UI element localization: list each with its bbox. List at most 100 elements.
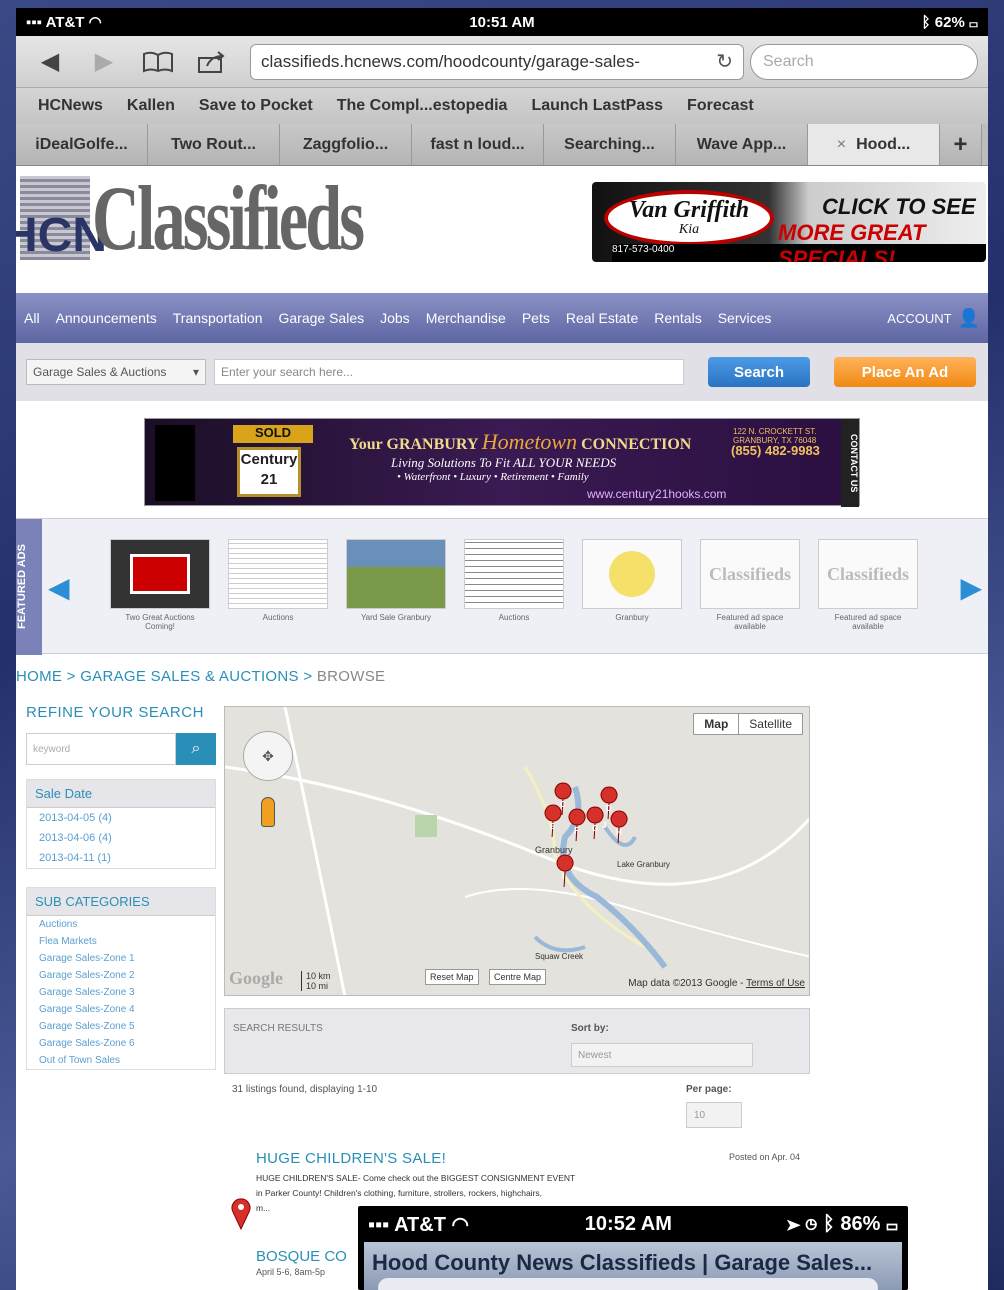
- subcategory-item[interactable]: Garage Sales-Zone 4: [27, 1001, 215, 1018]
- logo-word: Classifieds: [92, 167, 365, 269]
- browser-tab[interactable]: Zaggfolio...: [280, 124, 412, 165]
- subcategory-item[interactable]: Garage Sales-Zone 6: [27, 1035, 215, 1052]
- breadcrumb-section[interactable]: GARAGE SALES & AUCTIONS: [80, 668, 299, 685]
- google-logo: Google: [229, 968, 283, 988]
- nav-item-transportation[interactable]: Transportation: [173, 310, 263, 326]
- pegman-icon[interactable]: [261, 797, 275, 827]
- banner-line-1: Living Solutions To Fit ALL YOUR NEEDS: [391, 455, 617, 470]
- share-icon[interactable]: [188, 44, 236, 80]
- site-header: HCN Classifieds Van Griffith Kia 817-573-…: [16, 166, 988, 293]
- sale-date-item[interactable]: 2013-04-05 (4): [27, 808, 215, 828]
- browser-toolbar: ◀ ▶ classifieds.hcnews.com/hoodcounty/ga…: [16, 36, 988, 88]
- address-bar[interactable]: classifieds.hcnews.com/hoodcounty/garage…: [250, 43, 744, 80]
- iphone-address-bar[interactable]: [378, 1278, 878, 1290]
- nav-item-garage-sales[interactable]: Garage Sales: [279, 310, 365, 326]
- sort-by-label: Sort by:: [571, 1023, 609, 1034]
- map-toggle-map[interactable]: Map: [694, 714, 740, 734]
- featured-item[interactable]: Auctions: [464, 539, 564, 631]
- sale-date-item[interactable]: 2013-04-11 (1): [27, 848, 215, 868]
- battery-icon: ▭: [886, 1212, 898, 1235]
- map-pin-letter: C: [560, 800, 566, 809]
- subcategory-item[interactable]: Auctions: [27, 916, 215, 933]
- user-icon: 👤: [957, 307, 980, 328]
- search-icon[interactable]: ⌕: [176, 733, 216, 765]
- subcategory-item[interactable]: Garage Sales-Zone 1: [27, 950, 215, 967]
- map-toggle-satellite[interactable]: Satellite: [739, 714, 802, 734]
- featured-thumb: Classifieds: [700, 539, 800, 609]
- nav-item-jobs[interactable]: Jobs: [380, 310, 410, 326]
- centre-map-button[interactable]: Centre Map: [489, 969, 547, 985]
- bookmarks-book-icon[interactable]: [134, 44, 182, 80]
- breadcrumb-home[interactable]: HOME: [16, 668, 62, 685]
- bookmark-item[interactable]: Launch LastPass: [531, 97, 663, 115]
- subcategory-item[interactable]: Garage Sales-Zone 5: [27, 1018, 215, 1035]
- featured-items: Two Great Auctions Coming! Auctions Yard…: [110, 539, 918, 631]
- reload-icon[interactable]: ↻: [716, 49, 733, 74]
- featured-item[interactable]: Classifieds Featured ad space available: [818, 539, 918, 631]
- listing-title[interactable]: BOSQUE CO: [256, 1248, 347, 1265]
- nav-item-services[interactable]: Services: [718, 310, 772, 326]
- featured-item[interactable]: Yard Sale Granbury: [346, 539, 446, 631]
- browser-tab[interactable]: iDealGolfe...: [16, 124, 148, 165]
- bookmark-item[interactable]: Save to Pocket: [199, 97, 313, 115]
- terms-link[interactable]: Terms of Use: [746, 978, 805, 989]
- contact-us-tab[interactable]: CONTACT US: [841, 419, 859, 507]
- place-ad-button[interactable]: Place An Ad: [834, 357, 976, 387]
- listing-item[interactable]: BOSQUE CO April 5-6, 8am-5p: [256, 1248, 347, 1277]
- reset-map-button[interactable]: Reset Map: [425, 969, 479, 985]
- carousel-left-arrow-icon[interactable]: ◀: [48, 571, 70, 604]
- subcategory-item[interactable]: Garage Sales-Zone 2: [27, 967, 215, 984]
- search-button[interactable]: Search: [708, 357, 810, 387]
- per-page-select[interactable]: 10: [686, 1102, 742, 1128]
- listing-pin-icon: [230, 1196, 252, 1235]
- pan-control-icon[interactable]: ✥: [243, 731, 293, 781]
- results-count: 31 listings found, displaying 1-10: [232, 1084, 378, 1095]
- nav-item-pets[interactable]: Pets: [522, 310, 550, 326]
- bookmark-item[interactable]: The Compl...estopedia: [337, 97, 508, 115]
- hcn-logo-mark-icon: HCN: [16, 176, 107, 260]
- forward-arrow-icon[interactable]: ▶: [80, 44, 128, 80]
- browser-tab-active[interactable]: × Hood...: [808, 124, 940, 165]
- sold-sign: SOLD: [233, 425, 313, 443]
- results-map[interactable]: Granbury Lake Granbury Squaw Creek C D E…: [224, 706, 810, 996]
- nav-item-merchandise[interactable]: Merchandise: [426, 310, 506, 326]
- bookmark-item[interactable]: Kallen: [127, 97, 175, 115]
- bookmark-item[interactable]: Forecast: [687, 97, 754, 115]
- subcategory-item[interactable]: Out of Town Sales: [27, 1052, 215, 1069]
- map-pin-letter: E: [550, 822, 556, 831]
- browser-tab[interactable]: Wave App...: [676, 124, 808, 165]
- featured-item[interactable]: Classifieds Featured ad space available: [700, 539, 800, 631]
- dealer-ad-banner[interactable]: Van Griffith Kia 817-573-0400 CLICK TO SE…: [592, 182, 986, 262]
- category-select[interactable]: Garage Sales & Auctions ▾: [26, 359, 206, 385]
- featured-item[interactable]: Two Great Auctions Coming!: [110, 539, 210, 631]
- browser-tab[interactable]: Searching...: [544, 124, 676, 165]
- breadcrumb: HOME > GARAGE SALES & AUCTIONS > BROWSE: [16, 668, 386, 685]
- featured-item[interactable]: Auctions: [228, 539, 328, 631]
- main-nav: All Announcements Transportation Garage …: [16, 293, 988, 343]
- browser-search-field[interactable]: Search: [750, 43, 978, 80]
- site-search-input[interactable]: Enter your search here...: [214, 359, 684, 385]
- sale-date-item[interactable]: 2013-04-06 (4): [27, 828, 215, 848]
- banner-headline: Your GRANBURY Hometown CONNECTION: [349, 429, 692, 454]
- browser-tab[interactable]: Two Rout...: [148, 124, 280, 165]
- subcategory-item[interactable]: Garage Sales-Zone 3: [27, 984, 215, 1001]
- site-logo[interactable]: HCN Classifieds: [16, 167, 467, 269]
- listing-title[interactable]: HUGE CHILDREN'S SALE!: [256, 1150, 810, 1167]
- century21-ad-banner[interactable]: SOLD Century 21 Your GRANBURY Hometown C…: [144, 418, 860, 507]
- sort-select[interactable]: Newest: [571, 1043, 753, 1067]
- featured-item[interactable]: Granbury: [582, 539, 682, 631]
- browser-tab[interactable]: fast n loud...: [412, 124, 544, 165]
- search-results-header: SEARCH RESULTS Sort by: Newest: [224, 1008, 810, 1074]
- nav-item-all[interactable]: All: [24, 310, 40, 326]
- subcategory-item[interactable]: Flea Markets: [27, 933, 215, 950]
- nav-item-rentals[interactable]: Rentals: [654, 310, 701, 326]
- new-tab-button[interactable]: +: [940, 124, 982, 165]
- back-arrow-icon[interactable]: ◀: [26, 44, 74, 80]
- keyword-input[interactable]: keyword: [26, 733, 176, 765]
- account-link[interactable]: ACCOUNT 👤: [887, 308, 980, 329]
- nav-item-real-estate[interactable]: Real Estate: [566, 310, 638, 326]
- close-icon[interactable]: ×: [837, 136, 846, 154]
- nav-item-announcements[interactable]: Announcements: [56, 310, 157, 326]
- carousel-right-arrow-icon[interactable]: ▶: [960, 571, 982, 604]
- bookmark-item[interactable]: HCNews: [38, 97, 103, 115]
